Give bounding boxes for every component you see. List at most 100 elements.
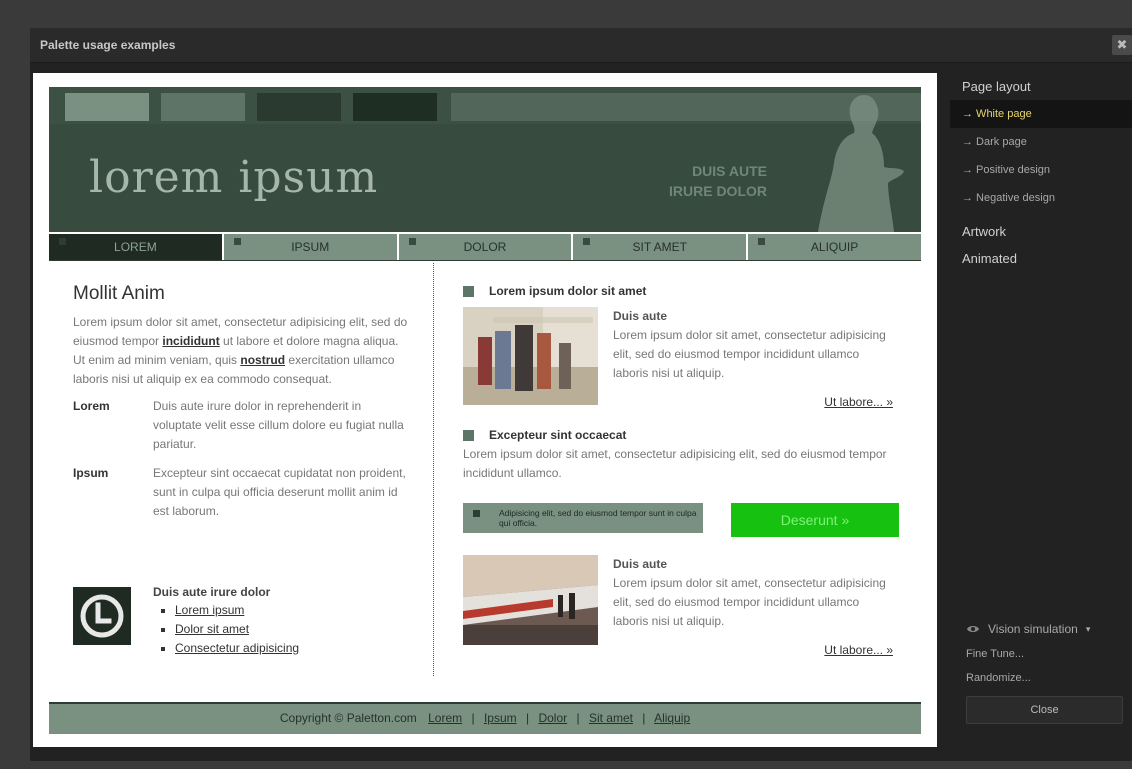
footer-link-dolor[interactable]: Dolor <box>538 711 567 725</box>
bullet-list: Lorem ipsum Dolor sit amet Consectetur a… <box>153 601 408 658</box>
nav-label: DOLOR <box>463 240 507 254</box>
article-body: Lorem ipsum dolor sit amet, consectetur … <box>613 576 886 628</box>
footer-link-aliquip[interactable]: Aliquip <box>654 711 690 725</box>
article-item: Duis aute Lorem ipsum dolor sit amet, co… <box>463 307 903 427</box>
eye-icon <box>967 626 979 632</box>
link-incididunt[interactable]: incididunt <box>162 334 219 348</box>
article-body: Lorem ipsum dolor sit amet, consectetur … <box>613 328 886 380</box>
nav-item-aliquip[interactable]: ALIQUIP <box>748 234 921 260</box>
square-bullet-icon <box>463 430 474 441</box>
note-text: Adipisicing elit, sed do eiusmod tempor … <box>499 508 697 528</box>
clock-icon <box>73 587 131 645</box>
nav-item-ipsum[interactable]: IPSUM <box>223 234 399 260</box>
site-nav: LOREM IPSUM DOLOR SIT AMET ALIQUIP <box>49 234 921 261</box>
article-title: Duis aute <box>613 309 668 323</box>
preview-canvas: lorem ipsum DUIS AUTE IRURE DOLOR LOREM … <box>33 73 937 747</box>
definition-desc: Duis aute irure dolor in reprehenderit i… <box>153 399 404 451</box>
heading-animated[interactable]: Animated <box>950 245 1132 272</box>
note-box: Adipisicing elit, sed do eiusmod tempor … <box>463 503 899 537</box>
palette-swatch <box>161 93 245 121</box>
site-footer: Copyright © Paletton.com Lorem | Ipsum |… <box>49 702 921 734</box>
link-nostrud[interactable]: nostrud <box>240 353 285 367</box>
nav-item-sit-amet[interactable]: SIT AMET <box>573 234 749 260</box>
section-title: Lorem ipsum dolor sit amet <box>463 283 903 299</box>
article-text: Duis aute Lorem ipsum dolor sit amet, co… <box>613 307 893 383</box>
palette-swatch <box>353 93 437 121</box>
footer-separator: | <box>525 711 530 725</box>
crowd-photo-image <box>463 307 598 405</box>
close-button[interactable]: Close <box>966 696 1123 724</box>
site-header: lorem ipsum DUIS AUTE IRURE DOLOR <box>49 87 921 232</box>
nav-item-lorem[interactable]: LOREM <box>49 234 224 260</box>
list-link[interactable]: Lorem ipsum <box>175 603 244 617</box>
layout-dark-page[interactable]: → Dark page <box>950 128 1132 156</box>
definition-desc: Excepteur sint occaecat cupidatat non pr… <box>153 466 406 518</box>
definition-row: Lorem Duis aute irure dolor in reprehend… <box>73 397 408 454</box>
list-link[interactable]: Dolor sit amet <box>175 622 249 636</box>
footer-link-ipsum[interactable]: Ipsum <box>484 711 517 725</box>
heading-artwork[interactable]: Artwork <box>950 218 1132 245</box>
square-bullet-icon <box>583 238 591 245</box>
deserunt-button[interactable]: Deserunt » <box>731 503 899 537</box>
article-text: Duis aute Lorem ipsum dolor sit amet, co… <box>613 555 893 631</box>
randomize-link[interactable]: Randomize... <box>950 666 1132 690</box>
site-logo: lorem ipsum <box>89 152 379 203</box>
panel-actions: Vision simulation ▾ Fine Tune... Randomi… <box>950 616 1132 724</box>
footer-separator: | <box>576 711 580 725</box>
square-bullet-icon <box>463 286 474 297</box>
read-more-link[interactable]: Ut labore... » <box>824 643 893 657</box>
dialog-title: Palette usage examples <box>40 38 176 52</box>
list-item: Dolor sit amet <box>175 620 408 639</box>
palette-swatch <box>65 93 149 121</box>
section-title-text: Lorem ipsum dolor sit amet <box>489 284 647 298</box>
subway-photo-image <box>463 555 598 645</box>
nav-label: IPSUM <box>291 240 330 254</box>
section-paragraph: Lorem ipsum dolor sit amet, consectetur … <box>463 447 887 480</box>
list-item: Consectetur adipisicing <box>175 639 408 658</box>
heading-page-layout[interactable]: Page layout <box>950 73 1132 100</box>
definition-list: Lorem Duis aute irure dolor in reprehend… <box>73 397 408 521</box>
definition-row: Ipsum Excepteur sint occaecat cupidatat … <box>73 464 408 521</box>
definition-term: Lorem <box>73 399 110 413</box>
section-title: Excepteur sint occaecat <box>463 427 903 443</box>
woman-silhouette-image <box>818 95 904 232</box>
layout-white-page[interactable]: → White page <box>950 100 1132 128</box>
square-bullet-icon <box>758 238 766 245</box>
close-icon[interactable]: ✖ <box>1112 35 1132 55</box>
options-panel: Page layout → White page → Dark page → P… <box>950 73 1132 272</box>
section-heading: Mollit Anim <box>73 283 165 304</box>
fine-tune-link[interactable]: Fine Tune... <box>950 642 1132 666</box>
footer-separator: | <box>471 711 475 725</box>
link-list: Duis aute irure dolor Lorem ipsum Dolor … <box>153 585 408 658</box>
left-column: Mollit Anim Lorem ipsum dolor sit amet, … <box>73 283 408 655</box>
footer-link-lorem[interactable]: Lorem <box>428 711 462 725</box>
layout-negative-design[interactable]: → Negative design <box>950 184 1132 212</box>
right-column: Lorem ipsum dolor sit amet Duis aute Lor… <box>463 283 903 675</box>
nav-item-dolor[interactable]: DOLOR <box>398 234 574 260</box>
article-title: Duis aute <box>613 557 668 571</box>
vision-simulation-toggle[interactable]: Vision simulation ▾ <box>950 616 1132 642</box>
square-bullet-icon <box>59 238 66 245</box>
list-link[interactable]: Consectetur adipisicing <box>175 641 299 655</box>
square-bullet-icon <box>408 238 416 245</box>
tagline-line: IRURE DOLOR <box>669 183 767 199</box>
list-item: Lorem ipsum <box>175 601 408 620</box>
read-more-link[interactable]: Ut labore... » <box>824 395 893 409</box>
footer-separator: | <box>642 711 646 725</box>
link-list-title: Duis aute irure dolor <box>153 585 271 599</box>
caret-down-icon: ▾ <box>1085 623 1091 634</box>
nav-label: ALIQUIP <box>810 240 859 254</box>
footer-link-sit-amet[interactable]: Sit amet <box>589 711 633 725</box>
section-title-text: Excepteur sint occaecat <box>489 428 627 442</box>
square-bullet-icon <box>473 510 480 517</box>
site-tagline: DUIS AUTE IRURE DOLOR <box>609 161 767 201</box>
palette-swatch <box>257 93 341 121</box>
tagline-line: DUIS AUTE <box>692 163 767 179</box>
article-item: Duis aute Lorem ipsum dolor sit amet, co… <box>463 555 903 675</box>
column-divider <box>433 263 434 676</box>
vision-label: Vision simulation <box>988 622 1078 636</box>
nav-label: SIT AMET <box>632 240 688 254</box>
layout-positive-design[interactable]: → Positive design <box>950 156 1132 184</box>
nav-label: LOREM <box>114 240 157 254</box>
square-bullet-icon <box>233 238 241 245</box>
